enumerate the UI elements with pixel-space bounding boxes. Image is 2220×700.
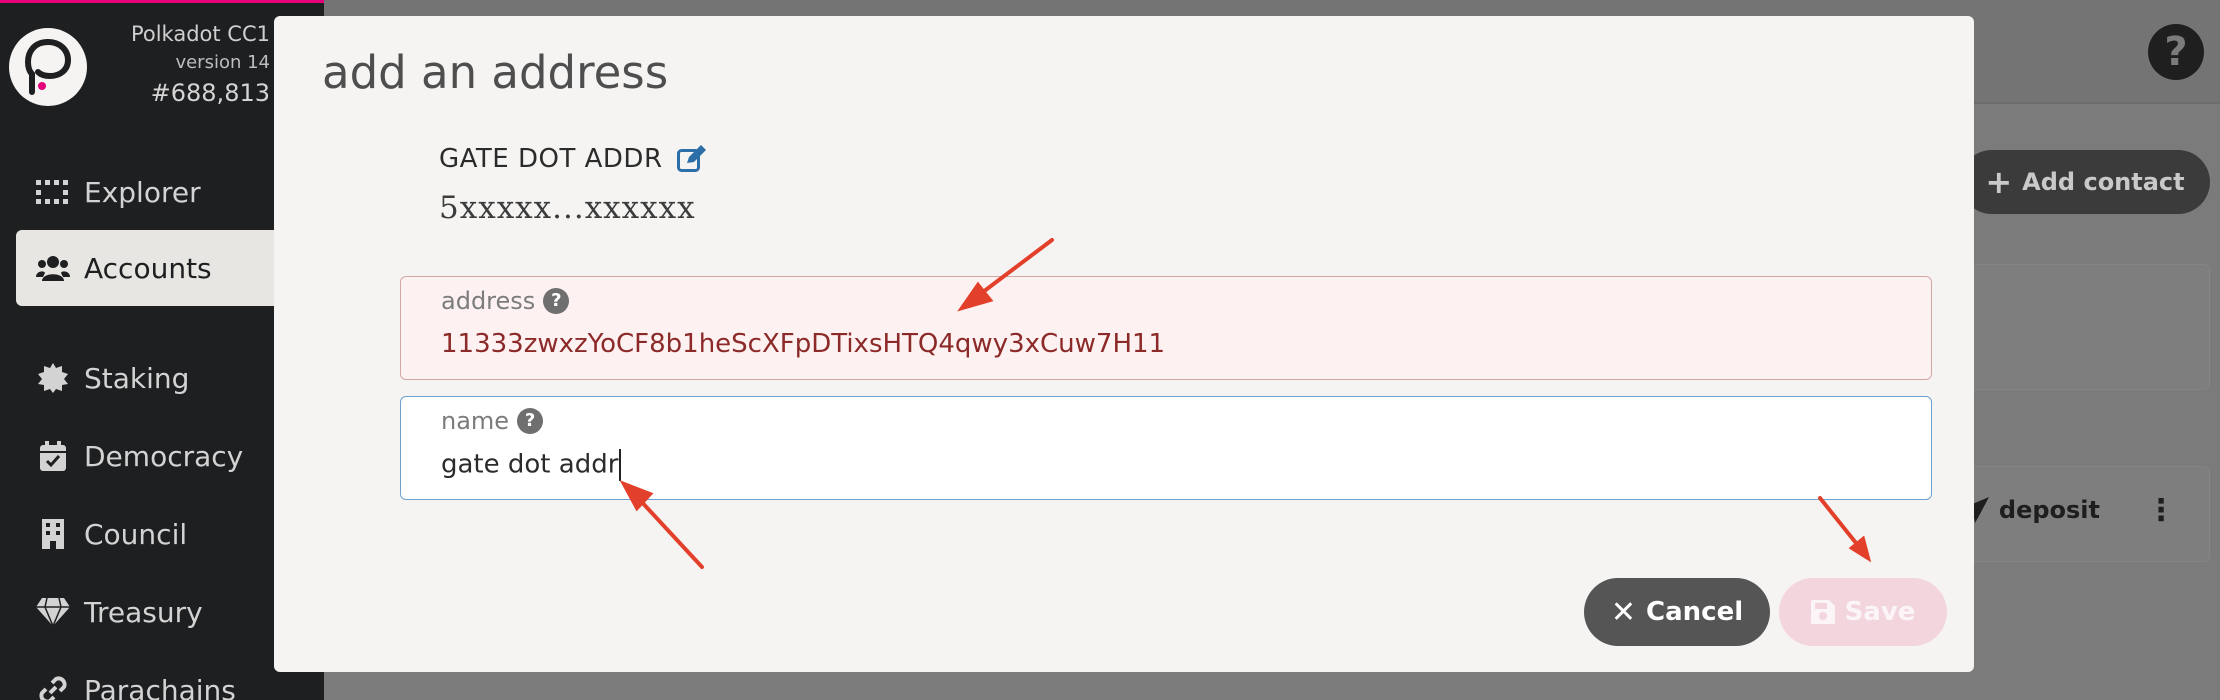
name-field-label-row: name ? — [441, 407, 1891, 435]
sidebar-item-explorer[interactable]: Explorer — [16, 154, 316, 230]
sidebar-item-label: Accounts — [84, 251, 212, 285]
save-icon — [1810, 600, 1835, 624]
polkadot-p-icon — [24, 39, 72, 95]
sidebar-item-label: Treasury — [84, 595, 203, 629]
question-circle-icon[interactable]: ? — [2148, 24, 2204, 80]
sidebar-item-label: Parachains — [84, 673, 236, 700]
address-field-label-row: address ? — [441, 287, 1891, 315]
close-icon: ✕ — [1610, 594, 1637, 630]
building-icon — [36, 517, 70, 551]
account-name-row: GATE DOT ADDR — [439, 144, 707, 174]
chain-version: version 14 — [175, 52, 270, 73]
sidebar-item-label: Explorer — [84, 175, 201, 209]
users-icon — [36, 251, 70, 285]
explorer-grid-icon — [36, 175, 70, 209]
sidebar-item-accounts[interactable]: Accounts — [16, 230, 338, 306]
address-label: address — [441, 287, 536, 315]
polkadot-logo[interactable] — [9, 28, 87, 106]
chain-name: Polkadot CC1 — [130, 22, 270, 46]
sidebar-item-label: Democracy — [84, 439, 244, 473]
name-input-value: gate dot addr — [441, 449, 619, 480]
address-field[interactable]: address ? 11333zwxzYoCF8b1heScXFpDTixsHT… — [400, 276, 1932, 380]
gem-icon — [36, 595, 70, 629]
cancel-label: Cancel — [1646, 597, 1744, 627]
sidebar-item-treasury[interactable]: Treasury — [16, 574, 316, 650]
chain-block-number: #688,813 — [150, 79, 270, 107]
save-button[interactable]: Save — [1779, 578, 1947, 646]
name-input[interactable]: gate dot addr — [441, 449, 1891, 481]
add-contact-button[interactable]: + Add contact — [1960, 150, 2210, 214]
question-circle-icon[interactable]: ? — [543, 288, 570, 314]
sidebar-item-council[interactable]: Council — [16, 496, 316, 572]
name-label: name — [441, 407, 510, 435]
sidebar-item-label: Staking — [84, 361, 190, 395]
sidebar-item-parachains[interactable]: Parachains — [16, 652, 316, 700]
save-label: Save — [1844, 597, 1916, 627]
sidebar-accent-bar — [0, 0, 324, 3]
text-caret — [619, 449, 622, 481]
modal-title: add an address — [322, 46, 669, 99]
certificate-icon — [36, 361, 70, 395]
sidebar-item-staking[interactable]: Staking — [16, 340, 316, 416]
add-address-modal: add an address GATE DOT ADDR 5xxxxx...xx… — [274, 16, 1974, 672]
cancel-button[interactable]: ✕ Cancel — [1584, 578, 1770, 646]
sidebar-item-democracy[interactable]: Democracy — [16, 418, 316, 494]
deposit-button[interactable]: deposit — [1962, 496, 2100, 524]
calendar-check-icon — [36, 439, 70, 473]
question-circle-icon[interactable]: ? — [517, 408, 544, 434]
account-address: 5xxxxx...xxxxxx — [439, 190, 696, 226]
chain-info: Polkadot CC1 version 14 #688,813 — [131, 22, 270, 107]
name-field[interactable]: name ? gate dot addr — [400, 396, 1932, 500]
address-input[interactable]: 11333zwxzYoCF8b1heScXFpDTixsHTQ4qwy3xCuw… — [441, 329, 1891, 359]
account-name: GATE DOT ADDR — [439, 144, 663, 174]
link-icon — [36, 673, 70, 700]
deposit-label: deposit — [1998, 496, 2100, 524]
add-contact-label: Add contact — [2022, 168, 2185, 196]
plus-icon: + — [1985, 163, 2013, 201]
sidebar-item-label: Council — [84, 517, 188, 551]
edit-icon[interactable] — [676, 145, 707, 173]
more-options-icon[interactable]: ⋮ — [2146, 496, 2176, 526]
